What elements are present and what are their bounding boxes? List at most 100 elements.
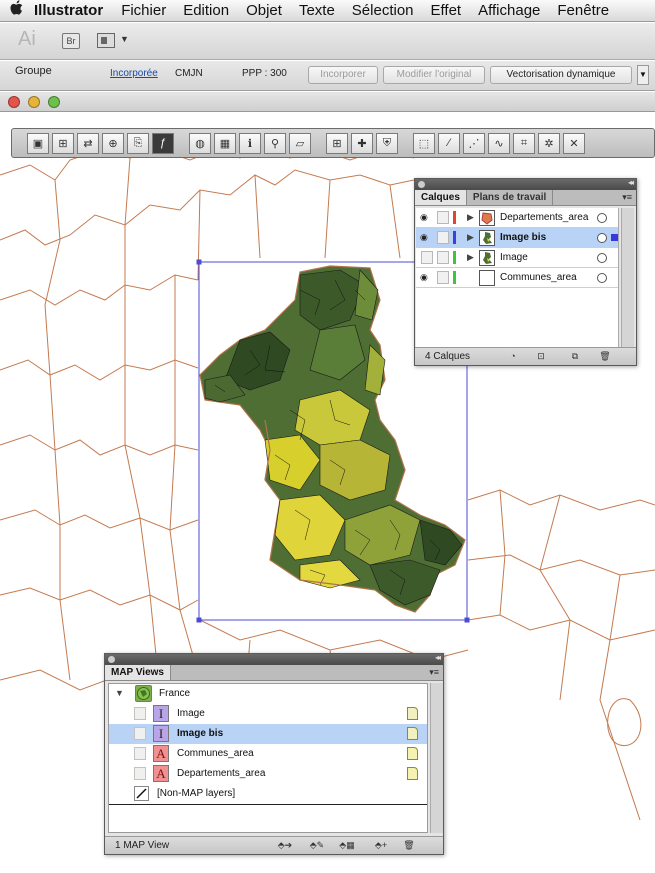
eye-icon[interactable]: ◉ xyxy=(420,213,432,222)
panel-menu-icon[interactable]: ▾≡ xyxy=(622,192,632,203)
apple-menu-icon[interactable] xyxy=(0,0,34,21)
live-trace-button[interactable]: Vectorisation dynamique xyxy=(490,66,632,84)
view-settings-icon[interactable]: ⬘▦ xyxy=(333,839,361,852)
new-map-icon[interactable]: ▣ xyxy=(27,132,49,154)
layer-name[interactable]: Departements_area xyxy=(500,212,588,223)
add-point-icon[interactable]: ✚ xyxy=(351,132,373,154)
globe-icon[interactable]: ◍ xyxy=(189,132,211,154)
non-map-layers-label[interactable]: [Non-MAP layers] xyxy=(157,788,235,799)
layer-row[interactable]: ▶ Image xyxy=(416,248,618,268)
menu-fichier[interactable]: Fichier xyxy=(121,2,166,19)
map-view-checkbox[interactable] xyxy=(134,727,146,740)
app-menu[interactable]: Illustrator xyxy=(34,2,103,19)
menu-edition[interactable]: Edition xyxy=(183,2,229,19)
map-view-item-selected[interactable]: I Image bis xyxy=(109,724,427,744)
crop-tool-icon[interactable]: ⌗ xyxy=(513,132,535,154)
shield-icon[interactable]: ⛨ xyxy=(376,132,398,154)
target-icon[interactable] xyxy=(597,213,607,223)
target-icon[interactable] xyxy=(597,253,607,263)
line-tool-icon[interactable]: ⁄ xyxy=(438,132,460,154)
attributes-table-icon[interactable]: ▦ xyxy=(214,132,236,154)
non-map-layers-row[interactable]: [Non-MAP layers] xyxy=(109,784,427,804)
target-icon[interactable] xyxy=(597,273,607,283)
layer-name[interactable]: Image xyxy=(500,252,528,263)
menu-objet[interactable]: Objet xyxy=(246,2,282,19)
zoom-window-icon[interactable] xyxy=(48,96,60,108)
map-script-icon[interactable]: ƒ xyxy=(152,132,174,154)
map-view-checkbox[interactable] xyxy=(134,767,146,780)
add-layer-icon[interactable]: ⊞ xyxy=(326,132,348,154)
map-layer-name[interactable]: Communes_area xyxy=(177,748,254,759)
arrange-documents-icon[interactable] xyxy=(97,33,115,48)
eye-icon[interactable]: ◉ xyxy=(420,233,432,242)
expand-triangle-icon[interactable]: ▶ xyxy=(467,252,474,263)
layer-options-icon[interactable] xyxy=(407,727,418,740)
live-trace-options-icon[interactable]: ▼ xyxy=(637,65,649,85)
page-icon[interactable]: ▱ xyxy=(289,132,311,154)
delete-tool-icon[interactable]: ✕ xyxy=(563,132,585,154)
tab-calques[interactable]: Calques xyxy=(415,190,467,205)
layer-name[interactable]: Communes_area xyxy=(500,272,577,283)
pin-icon[interactable]: ⚲ xyxy=(264,132,286,154)
embed-button[interactable]: Incorporer xyxy=(308,66,378,84)
map-import-icon[interactable]: ⊞ xyxy=(52,132,74,154)
layers-scrollbar[interactable] xyxy=(621,208,634,348)
collapse-icon[interactable]: ◂◂ xyxy=(628,178,634,187)
map-layer-name[interactable]: Image bis xyxy=(177,728,223,739)
layer-row[interactable]: ◉ ▶ Departements_area xyxy=(416,208,618,228)
layer-row[interactable]: ◉ Communes_area xyxy=(416,268,618,288)
layer-name[interactable]: Image bis xyxy=(500,232,546,243)
expand-triangle-icon[interactable]: ▶ xyxy=(467,212,474,223)
embedded-link[interactable]: Incorporée xyxy=(110,68,158,79)
map-view-item[interactable]: A Communes_area xyxy=(109,744,427,764)
info-icon[interactable]: ℹ xyxy=(239,132,261,154)
edit-original-button[interactable]: Modifier l'original xyxy=(383,66,485,84)
trash-icon[interactable]: 🗑 xyxy=(595,350,615,363)
map-view-name[interactable]: France xyxy=(159,688,190,699)
map-layer-name[interactable]: Departements_area xyxy=(177,768,265,779)
eye-icon[interactable]: ◉ xyxy=(420,273,432,282)
minimize-window-icon[interactable] xyxy=(28,96,40,108)
locate-object-icon[interactable]: ◔ xyxy=(503,350,523,363)
expand-triangle-icon[interactable]: ▼ xyxy=(115,688,124,698)
export-view-icon[interactable]: ⬘➔ xyxy=(271,839,299,852)
visibility-toggle[interactable] xyxy=(421,251,433,264)
expand-triangle-icon[interactable]: ▶ xyxy=(467,232,474,243)
make-clipping-mask-icon[interactable]: ⊡ xyxy=(531,350,551,363)
lock-toggle[interactable] xyxy=(437,211,449,224)
close-icon[interactable] xyxy=(108,656,115,663)
layer-options-icon[interactable] xyxy=(407,707,418,720)
layer-options-icon[interactable] xyxy=(407,767,418,780)
settings-icon[interactable]: ✲ xyxy=(538,132,560,154)
map-database-icon[interactable]: ⎘ xyxy=(127,132,149,154)
menu-fenetre[interactable]: Fenêtre xyxy=(557,2,609,19)
map-export-icon[interactable]: ⇄ xyxy=(77,132,99,154)
map-location-icon[interactable]: ⊕ xyxy=(102,132,124,154)
close-window-icon[interactable] xyxy=(8,96,20,108)
edit-view-icon[interactable]: ⬘✎ xyxy=(303,839,331,852)
menu-selection[interactable]: Sélection xyxy=(352,2,414,19)
select-region-icon[interactable]: ⬚ xyxy=(413,132,435,154)
map-views-scrollbar[interactable] xyxy=(430,683,443,833)
lock-toggle[interactable] xyxy=(437,271,449,284)
tab-map-views[interactable]: MAP Views xyxy=(105,665,171,680)
new-view-icon[interactable]: ⬘+ xyxy=(367,839,395,852)
lock-toggle[interactable] xyxy=(437,231,449,244)
bridge-button[interactable]: Br xyxy=(62,33,80,49)
map-view-checkbox[interactable] xyxy=(134,707,146,720)
panel-menu-icon[interactable]: ▾≡ xyxy=(429,667,439,678)
map-view-item[interactable]: I Image xyxy=(109,704,427,724)
map-view-checkbox[interactable] xyxy=(134,747,146,760)
tab-plans-de-travail[interactable]: Plans de travail xyxy=(467,190,554,205)
path-tool-icon[interactable]: ∿ xyxy=(488,132,510,154)
new-sublayer-icon[interactable]: ⧉ xyxy=(565,350,585,363)
map-layer-name[interactable]: Image xyxy=(177,708,205,719)
chevron-down-icon[interactable]: ▼ xyxy=(120,34,129,44)
menu-effet[interactable]: Effet xyxy=(431,2,462,19)
target-icon[interactable] xyxy=(597,233,607,243)
dotted-line-icon[interactable]: ⋰ xyxy=(463,132,485,154)
map-view-root[interactable]: ▼ France xyxy=(109,684,427,704)
map-view-item[interactable]: A Departements_area xyxy=(109,764,427,784)
menu-texte[interactable]: Texte xyxy=(299,2,335,19)
map-views-titlebar[interactable]: ◂◂ xyxy=(105,653,443,665)
